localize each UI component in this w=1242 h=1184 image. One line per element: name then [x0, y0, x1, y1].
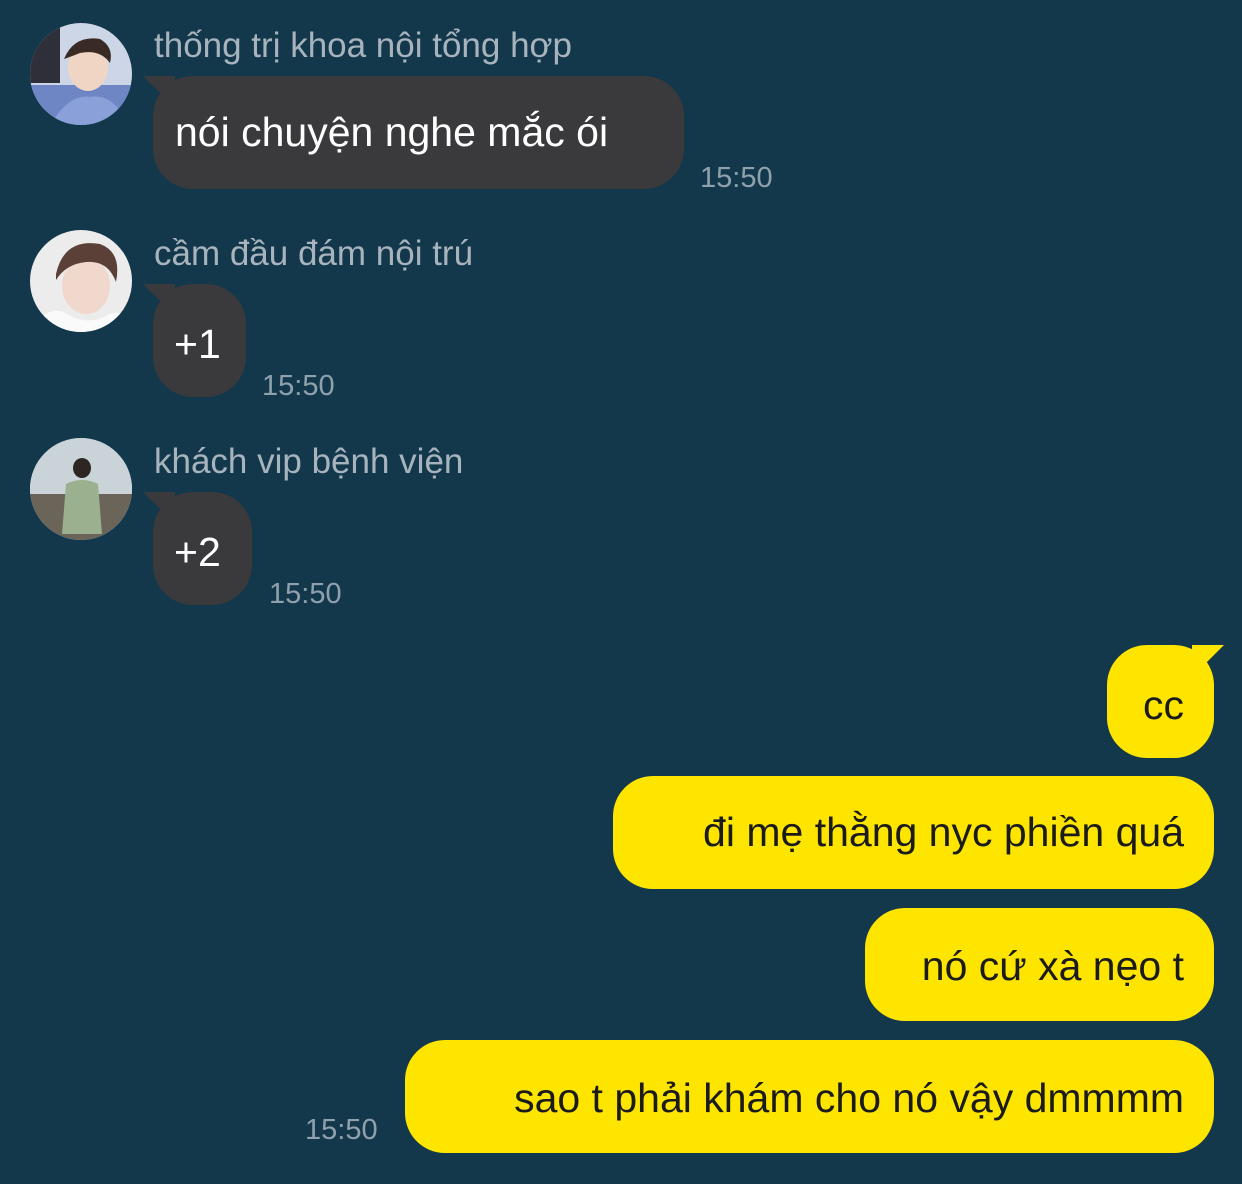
bubble-tail [143, 284, 175, 316]
avatar-photo [30, 230, 132, 332]
sender-name: cầm đầu đám nội trú [154, 234, 474, 273]
avatar-photo [30, 438, 132, 540]
bubble-tail [143, 76, 175, 108]
message-bubble-incoming[interactable]: +1 [143, 284, 246, 397]
avatar[interactable] [30, 230, 132, 332]
message-text: +1 [174, 321, 221, 367]
message-bubble-incoming[interactable]: +2 [143, 492, 252, 605]
avatar[interactable] [30, 23, 132, 125]
message-text: nó cứ xà nẹo t [921, 943, 1184, 989]
message-time: 15:50 [305, 1114, 378, 1146]
message-bubble-outgoing[interactable]: nó cứ xà nẹo t [865, 908, 1214, 1021]
message-bubble-incoming[interactable]: nói chuyện nghe mắc ói [143, 76, 684, 189]
message-text: cc [1143, 682, 1184, 728]
message-text: sao t phải khám cho nó vậy dmmmm [514, 1075, 1184, 1121]
message-bubble-outgoing[interactable]: đi mẹ thằng nyc phiền quá [613, 776, 1214, 889]
sender-name: khách vip bệnh viện [154, 442, 464, 481]
message-time: 15:50 [262, 370, 335, 402]
avatar[interactable] [30, 438, 132, 540]
message-text: đi mẹ thằng nyc phiền quá [703, 809, 1184, 855]
avatar-photo [30, 23, 132, 125]
message-bubble-outgoing[interactable]: cc [1107, 645, 1224, 758]
message-time: 15:50 [700, 162, 773, 194]
message-time: 15:50 [269, 578, 342, 610]
bubble-tail [1192, 645, 1224, 677]
bubble-tail [143, 492, 175, 524]
sender-name: thống trị khoa nội tổng hợp [154, 26, 572, 65]
message-bubble-outgoing[interactable]: sao t phải khám cho nó vậy dmmmm [405, 1040, 1214, 1153]
message-text: nói chuyện nghe mắc ói [175, 109, 609, 155]
message-text: +2 [174, 529, 221, 575]
